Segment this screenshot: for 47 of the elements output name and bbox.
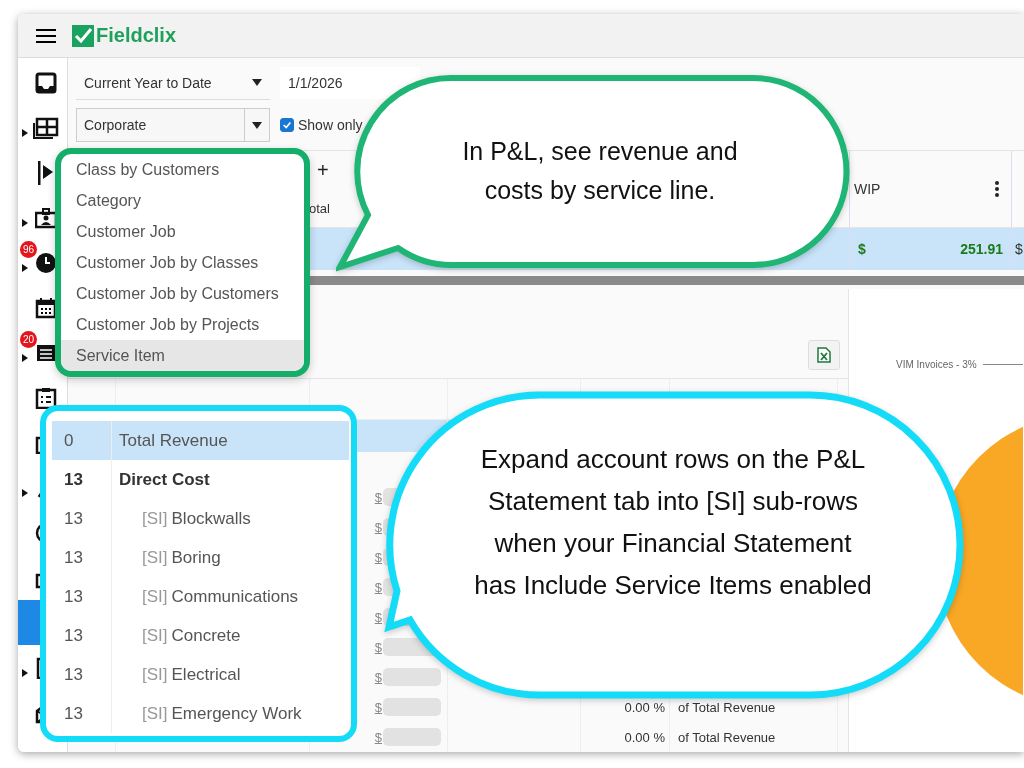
account-name: Boring — [171, 547, 221, 568]
table-cell: 0.00 % — [624, 729, 665, 745]
chart-label: VIM Invoices - 3% — [896, 359, 977, 370]
column-header: otal — [309, 201, 330, 216]
checkbox-label: Show only — [298, 117, 363, 133]
account-number: 13 — [52, 538, 112, 577]
notification-badge: 20 — [20, 331, 37, 348]
account-number: 13 — [52, 616, 112, 655]
currency-symbol: $ — [374, 669, 382, 685]
service-item-tag: [SI] — [142, 586, 168, 607]
account-name: Total Revenue — [119, 430, 228, 451]
account-number: 13 — [52, 694, 112, 733]
service-item-tag: [SI] — [142, 703, 168, 724]
currency-symbol: $ — [858, 241, 866, 257]
column-header: WIP — [854, 181, 881, 197]
account-name: Direct Cost — [119, 469, 210, 490]
currency-symbol: $ — [374, 639, 382, 655]
account-number: 0 — [52, 421, 112, 460]
account-number: 13 — [52, 655, 112, 694]
currency-symbol: $ — [374, 609, 382, 625]
account-name: Communications — [171, 586, 299, 607]
account-number: 13 — [52, 577, 112, 616]
service-item-tag: [SI] — [142, 664, 168, 685]
currency-symbol: $ — [374, 549, 382, 565]
currency-symbol: $ — [1015, 241, 1023, 257]
currency-symbol: $ — [374, 729, 382, 745]
service-item-tag: [SI] — [142, 625, 168, 646]
account-number: 13 — [52, 460, 112, 499]
account-name: Emergency Work — [171, 703, 302, 724]
table-cell: of Total Revenue — [678, 699, 776, 715]
callout-text: Expand account rows on the P&L Statement tab into [SI] sub-rows when your Financial Statement has Include Service Items enabled — [473, 443, 873, 602]
currency-symbol: $ — [374, 699, 382, 715]
service-item-tag: [SI] — [142, 547, 168, 568]
account-name: Electrical — [171, 664, 241, 685]
service-item-tag: [SI] — [142, 508, 168, 529]
table-cell: 251.91 — [960, 241, 1003, 257]
currency-symbol: $ — [374, 579, 382, 595]
table-cell: 0.00 % — [624, 699, 665, 715]
currency-symbol: $ — [374, 519, 382, 535]
logo-text: Fieldclix — [96, 24, 177, 47]
account-number: 13 — [52, 499, 112, 538]
currency-symbol: $ — [374, 489, 382, 505]
account-name: Blockwalls — [171, 508, 251, 529]
notification-badge: 96 — [20, 241, 37, 258]
callout-text: In P&L, see revenue and costs by service line. — [461, 136, 739, 206]
table-cell: of Total Revenue — [678, 729, 776, 745]
account-name: Concrete — [171, 625, 241, 646]
